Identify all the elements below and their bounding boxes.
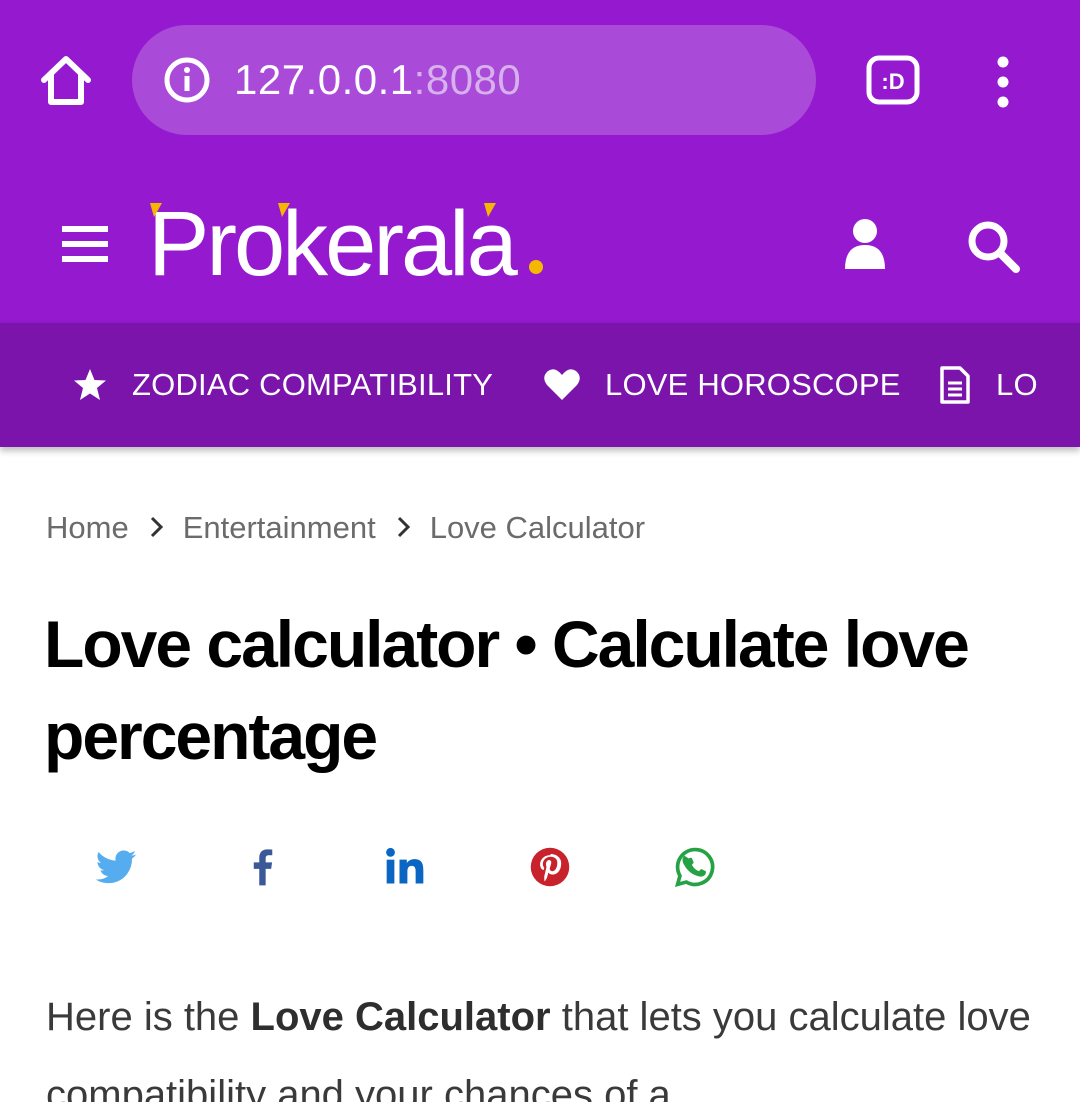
linkedin-icon[interactable] — [383, 845, 427, 889]
svg-text::D: :D — [881, 69, 904, 94]
intro-bold-love-calculator: Love Calculator — [250, 995, 551, 1039]
heart-icon — [544, 369, 580, 400]
extension-icon[interactable]: :D — [866, 55, 920, 105]
subnav-item-love-more[interactable]: LO — [938, 323, 1038, 447]
sub-navigation: ZODIAC COMPATIBILITY LOVE HOROSCOPE LO — [0, 323, 1080, 447]
breadcrumb-home[interactable]: Home — [46, 510, 129, 546]
page-title: Love calculator • Calculate love percent… — [44, 607, 970, 773]
url-host: 127.0.0.1 — [234, 56, 414, 103]
search-icon[interactable] — [964, 217, 1024, 277]
intro-paragraph: Here is the Love Calculator that lets yo… — [46, 978, 1046, 1102]
browser-toolbar: 127.0.0.1:8080 :D — [0, 0, 1080, 157]
star-icon — [74, 369, 106, 400]
subnav-item-label: ZODIAC COMPATIBILITY — [132, 367, 494, 402]
chevron-right-icon — [396, 510, 412, 546]
intro-text-start: Here is the — [46, 995, 251, 1039]
more-options-icon[interactable] — [986, 52, 1020, 112]
info-icon[interactable] — [162, 55, 212, 105]
breadcrumb-entertainment[interactable]: Entertainment — [183, 510, 376, 546]
url-text: 127.0.0.1:8080 — [234, 56, 521, 104]
breadcrumb-love-calculator[interactable]: Love Calculator — [430, 510, 645, 546]
address-bar[interactable]: 127.0.0.1:8080 — [132, 25, 816, 135]
subnav-item-love-horoscope[interactable]: LOVE HOROSCOPE — [543, 323, 901, 447]
subnav-item-zodiac-compatibility[interactable]: ZODIAC COMPATIBILITY — [72, 323, 493, 447]
chevron-right-icon — [149, 510, 165, 546]
url-port: :8080 — [413, 56, 522, 103]
facebook-icon[interactable] — [240, 845, 284, 889]
breadcrumb: Home Entertainment Love Calculator — [46, 510, 645, 546]
document-icon — [940, 366, 970, 404]
prokerala-logo[interactable]: Prokerala — [148, 187, 548, 297]
pinterest-icon[interactable] — [528, 845, 572, 889]
logo-text: Prokerala — [148, 193, 519, 295]
hamburger-menu-icon[interactable] — [60, 224, 110, 264]
site-header: Prokerala — [0, 157, 1080, 323]
twitter-icon[interactable] — [94, 845, 138, 889]
home-icon[interactable] — [36, 50, 96, 110]
whatsapp-icon[interactable] — [673, 845, 717, 889]
subnav-item-label: LOVE HOROSCOPE — [605, 367, 901, 402]
user-account-icon[interactable] — [838, 217, 892, 271]
subnav-item-label: LO — [996, 367, 1038, 402]
